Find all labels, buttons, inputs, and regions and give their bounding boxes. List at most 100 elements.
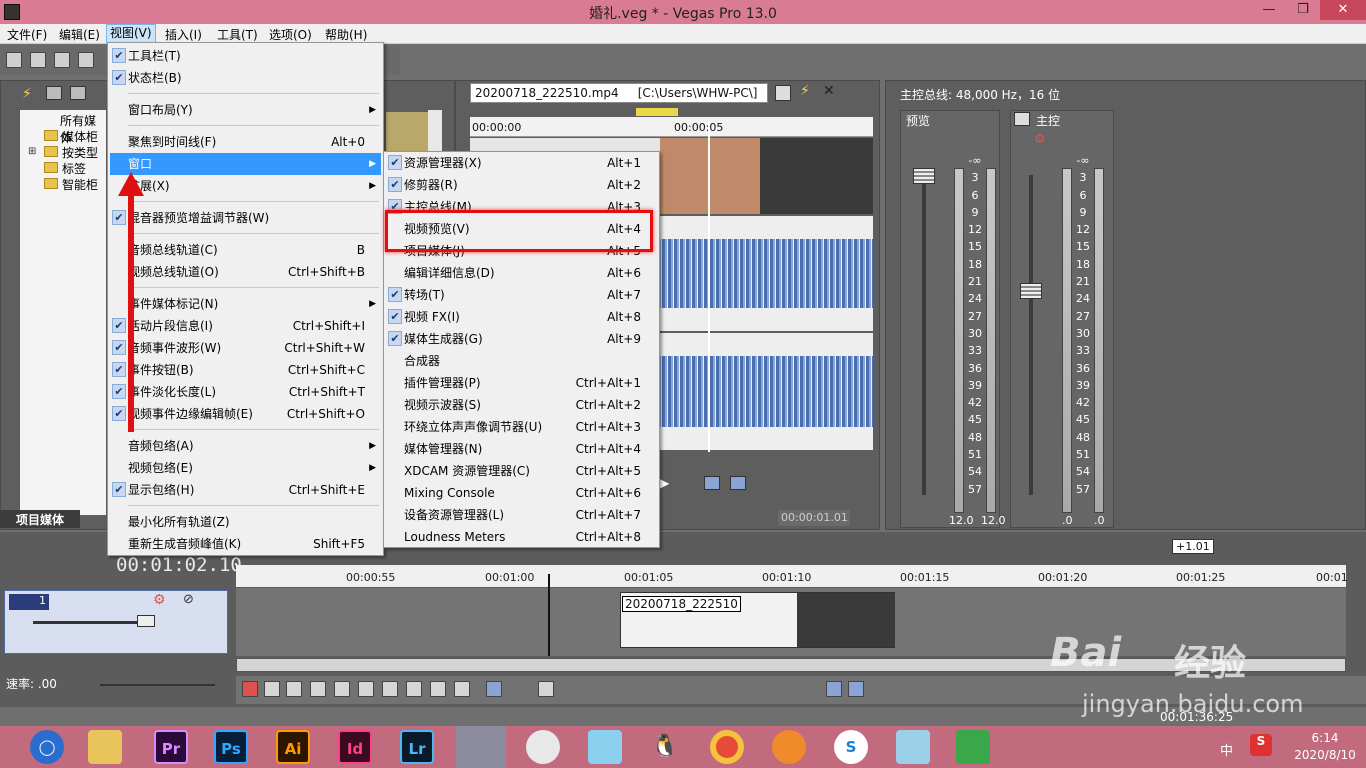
trimmer-ruler[interactable]: 00:00:00 00:00:05 xyxy=(470,117,873,137)
tree-item-tags[interactable]: 标签 xyxy=(62,160,86,177)
import-icon[interactable] xyxy=(46,86,62,100)
view-menu-item[interactable]: 事件媒体标记(N) ▶ xyxy=(110,293,381,315)
go-to-end-icon[interactable] xyxy=(406,681,422,697)
app-icon[interactable] xyxy=(896,730,930,764)
loop-icon[interactable] xyxy=(264,681,280,697)
ime-indicator[interactable]: 中 xyxy=(1220,740,1233,759)
window-menu-item[interactable]: 环绕立体声声像调节器(U) Ctrl+Alt+3 xyxy=(386,416,657,438)
window-menu-item[interactable]: XDCAM 资源管理器(C) Ctrl+Alt+5 xyxy=(386,460,657,482)
properties-icon[interactable] xyxy=(78,52,94,68)
tree-item-by-type[interactable]: 按类型 xyxy=(62,144,98,161)
app-icon[interactable] xyxy=(526,730,560,764)
file-explorer-icon[interactable] xyxy=(88,730,122,764)
view-menu-item[interactable]: ✔ 活动片段信息(I) Ctrl+Shift+I xyxy=(110,315,381,337)
menu-edit[interactable]: 编辑(E) xyxy=(56,26,103,43)
window-menu-item[interactable]: 插件管理器(P) Ctrl+Alt+1 xyxy=(386,372,657,394)
trimmer-file-select[interactable]: 20200718_222510.mp4 [C:\Users\WHW-PC\] xyxy=(470,83,768,103)
view-menu-item[interactable]: 音频总线轨道(C) B xyxy=(110,239,381,261)
expand-icon[interactable]: ⊞ xyxy=(28,146,36,157)
window-menu-item[interactable]: ✔ 视频 FX(I) Alt+8 xyxy=(386,306,657,328)
envelope-tool-icon[interactable] xyxy=(538,681,554,697)
app-icon[interactable]: S xyxy=(834,730,868,764)
window-menu-item[interactable]: ✔ 修剪器(R) Alt+2 xyxy=(386,174,657,196)
window-menu-item[interactable]: 媒体管理器(N) Ctrl+Alt+4 xyxy=(386,438,657,460)
normal-edit-tool-icon[interactable] xyxy=(486,681,502,697)
close-button[interactable]: ✕ xyxy=(1320,0,1366,20)
play-icon[interactable]: ▶ xyxy=(660,476,669,490)
track-level-knob[interactable] xyxy=(137,615,155,627)
view-menu-item[interactable]: 视频包络(E) ▶ xyxy=(110,457,381,479)
next-frame-icon[interactable] xyxy=(454,681,470,697)
view-menu-item[interactable]: ✔ 混音器预览增益调节器(W) xyxy=(110,207,381,229)
master-fader-knob[interactable] xyxy=(1020,283,1042,299)
insert-icon[interactable] xyxy=(730,476,746,490)
delete-icon[interactable]: ✕ xyxy=(823,83,835,99)
chrome-icon[interactable] xyxy=(710,730,744,764)
pause-icon[interactable] xyxy=(334,681,350,697)
rate-slider[interactable] xyxy=(100,684,215,686)
play-icon[interactable] xyxy=(310,681,326,697)
qq-icon[interactable]: 🐧 xyxy=(648,730,682,764)
photoshop-icon[interactable]: Ps xyxy=(214,730,248,764)
window-menu-item[interactable]: 视频示波器(S) Ctrl+Alt+2 xyxy=(386,394,657,416)
mute-icon[interactable]: ⊘ xyxy=(183,592,194,607)
app-icon[interactable] xyxy=(588,730,622,764)
window-menu-item[interactable]: ✔ 媒体生成器(G) Alt+9 xyxy=(386,328,657,350)
window-menu-item[interactable]: Loudness Meters Ctrl+Alt+8 xyxy=(386,526,657,548)
indesign-icon[interactable]: Id xyxy=(338,730,372,764)
tab-project-media[interactable]: 项目媒体 xyxy=(0,510,80,528)
gear-icon[interactable]: ⚙ xyxy=(1034,132,1046,147)
preview-fader-knob[interactable] xyxy=(913,168,935,184)
lightning-icon[interactable]: ⚡ xyxy=(22,86,32,102)
vegas-taskbar-icon[interactable] xyxy=(456,726,506,768)
window-menu-item[interactable]: 编辑详细信息(D) Alt+6 xyxy=(386,262,657,284)
trimmer-cursor[interactable] xyxy=(708,122,710,452)
app-icon[interactable] xyxy=(772,730,806,764)
prev-frame-icon[interactable] xyxy=(430,681,446,697)
sogou-icon[interactable]: S xyxy=(1250,734,1272,756)
capture-icon[interactable] xyxy=(70,86,86,100)
view-menu-item[interactable]: 重新生成音频峰值(K) Shift+F5 xyxy=(110,533,381,555)
timeline-ruler[interactable]: 00:00:55 00:01:00 00:01:05 00:01:10 00:0… xyxy=(236,565,1348,587)
view-menu-item[interactable]: 窗口 ▶ xyxy=(110,153,381,175)
snapping-icon[interactable] xyxy=(826,681,842,697)
view-menu-item[interactable]: ✔ 音频事件波形(W) Ctrl+Shift+W xyxy=(110,337,381,359)
menu-help[interactable]: 帮助(H) xyxy=(322,26,370,43)
menu-tools[interactable]: 工具(T) xyxy=(214,26,261,43)
view-menu-item[interactable]: ✔ 事件淡化长度(L) Ctrl+Shift+T xyxy=(110,381,381,403)
taskbar-clock[interactable]: 6:14 2020/8/10 xyxy=(1290,730,1360,764)
gear-icon[interactable]: ⚙ xyxy=(153,592,166,608)
tree-item-bins[interactable]: 媒体柜 xyxy=(62,128,98,145)
premiere-icon[interactable]: Pr xyxy=(154,730,188,764)
master-fx-icon[interactable] xyxy=(1014,112,1030,126)
restore-button[interactable]: ❐ xyxy=(1288,0,1318,20)
illustrator-icon[interactable]: Ai xyxy=(276,730,310,764)
play-from-start-icon[interactable] xyxy=(286,681,302,697)
menu-insert[interactable]: 插入(I) xyxy=(162,26,205,43)
view-menu-item[interactable]: 扩展(X) ▶ xyxy=(110,175,381,197)
window-menu-item[interactable]: Mixing Console Ctrl+Alt+6 xyxy=(386,482,657,504)
view-menu-item[interactable]: 聚焦到时间线(F) Alt+0 xyxy=(110,131,381,153)
add-to-timeline-icon[interactable] xyxy=(704,476,720,490)
view-menu-item[interactable]: ✔ 状态栏(B) xyxy=(110,67,381,89)
view-menu-item[interactable]: 视频总线轨道(O) Ctrl+Shift+B xyxy=(110,261,381,283)
view-menu-item[interactable]: 音频包络(A) ▶ xyxy=(110,435,381,457)
video-track-header[interactable]: 1 ⚙ ⊘ xyxy=(4,590,228,654)
minimize-button[interactable]: — xyxy=(1254,0,1284,20)
timeline-cursor[interactable] xyxy=(548,574,550,656)
window-menu-item[interactable]: ✔ 转场(T) Alt+7 xyxy=(386,284,657,306)
open-icon[interactable] xyxy=(30,52,46,68)
auto-crossfade-icon[interactable] xyxy=(848,681,864,697)
marker-label[interactable]: +1.01 xyxy=(1172,539,1214,554)
view-menu-item[interactable]: ✔ 工具栏(T) xyxy=(110,45,381,67)
view-menu-item[interactable]: ✔ 显示包络(H) Ctrl+Shift+E xyxy=(110,479,381,501)
menu-view[interactable]: 视图(V) xyxy=(106,24,156,43)
view-menu-item[interactable]: 窗口布局(Y) ▶ xyxy=(110,99,381,121)
menu-file[interactable]: 文件(F) xyxy=(4,26,50,43)
menu-options[interactable]: 选项(O) xyxy=(266,26,315,43)
view-menu-item[interactable]: ✔ 事件按钮(B) Ctrl+Shift+C xyxy=(110,359,381,381)
track-level-slider[interactable] xyxy=(33,621,153,624)
trimmer-icon[interactable] xyxy=(775,85,791,101)
window-menu-item[interactable]: 设备资源管理器(L) Ctrl+Alt+7 xyxy=(386,504,657,526)
new-icon[interactable] xyxy=(6,52,22,68)
